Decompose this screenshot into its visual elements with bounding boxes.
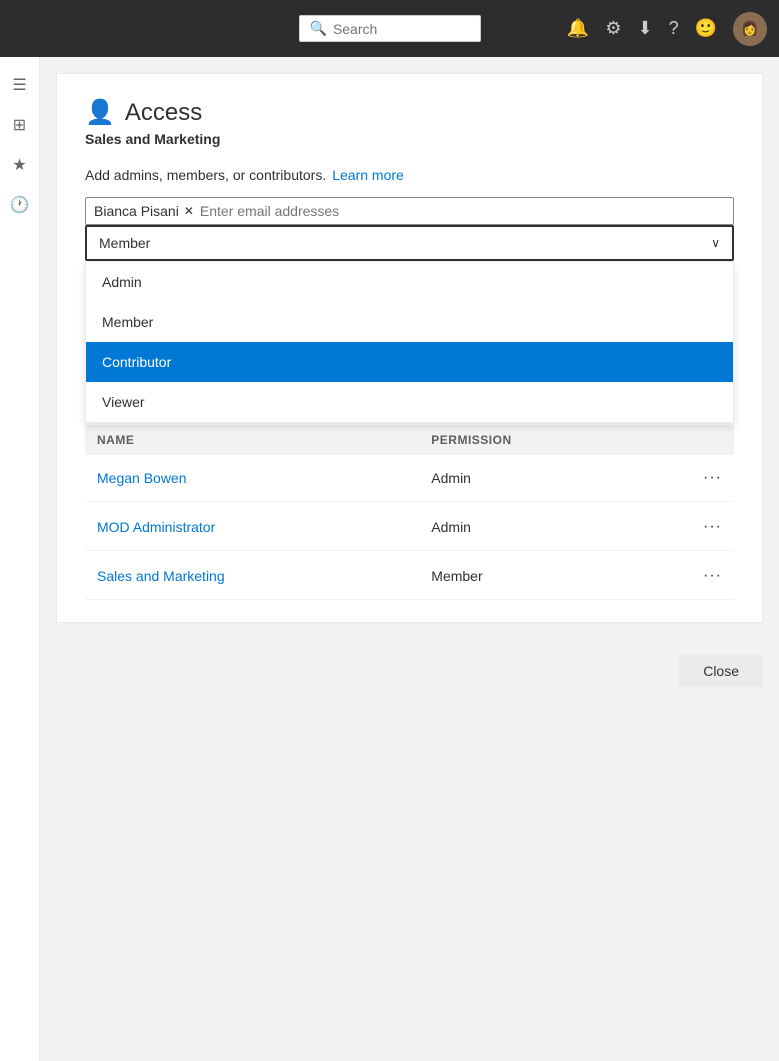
help-icon[interactable]: ? [669, 18, 679, 39]
dropdown-item-label-member: Member [102, 314, 153, 330]
email-input-row[interactable]: Bianca Pisani ✕ [85, 197, 734, 225]
email-tag: Bianca Pisani ✕ [94, 203, 194, 219]
panel-title: Access [125, 99, 202, 127]
dropdown-item-label-contributor: Contributor [102, 354, 171, 370]
dropdown-menu: Admin Member Contributor Viewer [85, 261, 734, 423]
table-header-permission: PERMISSION [431, 433, 682, 447]
table-row-permission-1: Admin [431, 470, 682, 486]
bell-icon[interactable]: 🔔 [567, 18, 589, 39]
table-row: Megan Bowen Admin ··· [85, 455, 734, 502]
email-input[interactable] [200, 203, 725, 219]
table-row-name-2[interactable]: MOD Administrator [97, 519, 431, 535]
table-header-name: NAME [97, 433, 431, 447]
user-avatar[interactable]: 👩 [733, 12, 767, 46]
download-icon[interactable]: ⬇ [637, 18, 652, 39]
table-row-actions-2[interactable]: ··· [682, 518, 722, 536]
table-row-actions-3[interactable]: ··· [682, 567, 722, 585]
description-row: Add admins, members, or contributors. Le… [85, 167, 734, 183]
sidebar-nav-item[interactable]: ☰ [2, 67, 38, 103]
table-row-name-1[interactable]: Megan Bowen [97, 470, 431, 486]
role-selected-label: Member [99, 235, 150, 251]
dropdown-item-label-viewer: Viewer [102, 394, 145, 410]
chevron-down-icon: ∨ [711, 236, 720, 250]
smiley-icon[interactable]: 🙂 [695, 18, 717, 39]
sidebar-nav-item-2[interactable]: ⊞ [2, 107, 38, 143]
close-button[interactable]: Close [679, 655, 763, 687]
dropdown-item-label-admin: Admin [102, 274, 142, 290]
learn-more-link[interactable]: Learn more [332, 167, 404, 183]
table-row: MOD Administrator Admin ··· [85, 504, 734, 551]
email-tag-text: Bianca Pisani [94, 203, 179, 219]
table-row-permission-2: Admin [431, 519, 682, 535]
gear-icon[interactable]: ⚙ [605, 18, 621, 39]
table-row: Sales and Marketing Member ··· [85, 553, 734, 600]
table-row-actions-1[interactable]: ··· [682, 469, 722, 487]
sidebar-nav-item-3[interactable]: ★ [2, 147, 38, 183]
main-content: 👤 Access Sales and Marketing Add admins,… [40, 57, 779, 1061]
role-dropdown[interactable]: Member ∨ [85, 225, 734, 261]
close-button-row: Close [40, 639, 779, 703]
dropdown-item-contributor[interactable]: Contributor [86, 342, 733, 382]
topbar-icons: 🔔 ⚙ ⬇ ? 🙂 👩 [567, 12, 767, 46]
description-text: Add admins, members, or contributors. [85, 167, 326, 183]
search-icon: 🔍 [310, 20, 327, 37]
dropdown-item-viewer[interactable]: Viewer [86, 382, 733, 422]
panel-subtitle: Sales and Marketing [85, 131, 734, 147]
access-panel: 👤 Access Sales and Marketing Add admins,… [56, 73, 763, 623]
sidebar-nav-item-4[interactable]: 🕐 [2, 187, 38, 223]
dropdown-item-admin[interactable]: Admin [86, 262, 733, 302]
access-icon: 👤 [85, 98, 115, 127]
topbar: 🔍 🔔 ⚙ ⬇ ? 🙂 👩 [0, 0, 779, 57]
sidebar-strip: ☰ ⊞ ★ 🕐 [0, 57, 40, 1061]
avatar-image: 👩 [741, 20, 758, 37]
table-header-actions [682, 433, 722, 447]
table-header-row: NAME PERMISSION [85, 425, 734, 455]
table-row-permission-3: Member [431, 568, 682, 584]
email-tag-close-icon[interactable]: ✕ [184, 204, 194, 218]
dropdown-item-member[interactable]: Member [86, 302, 733, 342]
panel-header: 👤 Access [85, 98, 734, 127]
search-box[interactable]: 🔍 [299, 15, 481, 42]
table-row-name-3[interactable]: Sales and Marketing [97, 568, 431, 584]
search-input[interactable] [333, 21, 463, 37]
